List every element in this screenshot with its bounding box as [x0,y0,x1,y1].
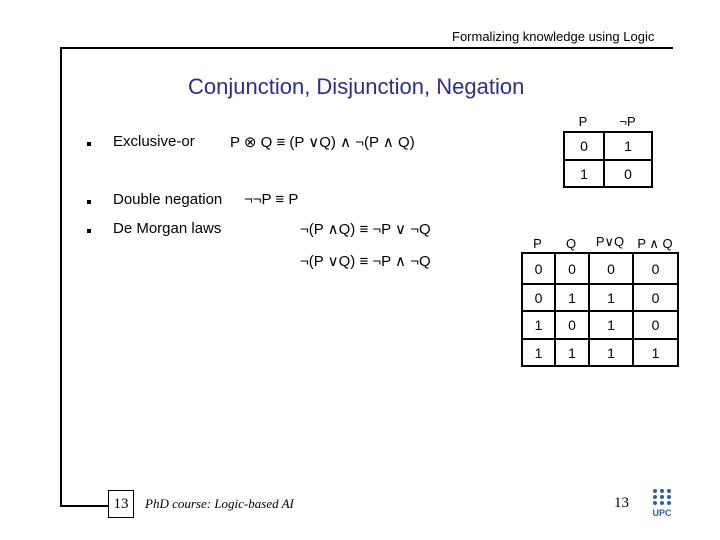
and-or-truth-table: 0 0 0 0 0 1 1 0 1 0 1 0 1 1 1 1 [521,252,679,367]
formula-de-morgan-2: ¬(P ∨Q) ≡ ¬P ∧ ¬Q [300,253,431,270]
header-title: Formalizing knowledge using Logic [452,29,655,44]
neg-table-header-p: P [578,114,588,129]
table-row: 0 0 0 0 [521,252,679,285]
formula-xor: P ⊗ Q ≡ (P ∨Q) ∧ ¬(P ∧ Q) [230,134,415,151]
table-cell: 0 [588,252,634,285]
bullet-icon [87,229,91,233]
table-cell: 1 [632,338,679,367]
and-or-header-q: Q [565,236,577,251]
table-row: 1 0 [563,159,653,188]
table-row: 0 1 [563,131,653,161]
formula-double-negation: ¬¬P ≡ P [244,191,299,208]
table-cell: 0 [632,283,679,312]
item-label-de-morgan: De Morgan laws [113,220,222,237]
page-number: 13 [614,495,629,511]
table-cell: 0 [554,310,590,340]
table-cell: 1 [588,338,634,367]
table-row: 0 1 1 0 [521,283,679,312]
and-or-header-or: P∨Q [595,234,625,249]
and-or-header-p: P [533,236,542,251]
slide-title: Conjunction, Disjunction, Negation [188,74,525,99]
upc-logo-text: UPC [652,508,672,518]
and-or-header-and: P ∧ Q [637,236,673,251]
table-row: 1 0 1 0 [521,310,679,340]
table-cell: 1 [521,310,556,340]
table-cell: 1 [554,338,590,367]
table-cell: 0 [554,252,590,285]
footer-page-box: 13 [108,490,134,518]
table-cell: 0 [632,310,679,340]
table-cell: 0 [563,131,605,161]
neg-table-header-not-p: ¬P [619,114,636,129]
table-cell: 1 [588,310,634,340]
table-cell: 0 [521,283,556,312]
table-cell: 0 [603,159,653,188]
item-label-xor: Exclusive-or [113,133,195,150]
frame-bottom-line [60,505,108,507]
footer-course-title: PhD course: Logic-based AI [145,496,294,511]
table-cell: 1 [521,338,556,367]
table-cell: 0 [632,252,679,285]
table-cell: 0 [521,252,556,285]
table-cell: 1 [588,283,634,312]
frame-left-line [60,47,62,507]
frame-top-line [60,47,673,49]
negation-truth-table: 0 1 1 0 [563,131,653,188]
table-cell: 1 [563,159,605,188]
table-cell: 1 [554,283,590,312]
bullet-icon [87,200,91,204]
item-label-double-negation: Double negation [113,191,223,208]
table-cell: 1 [603,131,653,161]
formula-de-morgan-1: ¬(P ∧Q) ≡ ¬P ∨ ¬Q [300,221,431,238]
bullet-icon [87,142,91,146]
table-row: 1 1 1 1 [521,338,679,367]
upc-logo-icon: UPC [652,489,672,518]
